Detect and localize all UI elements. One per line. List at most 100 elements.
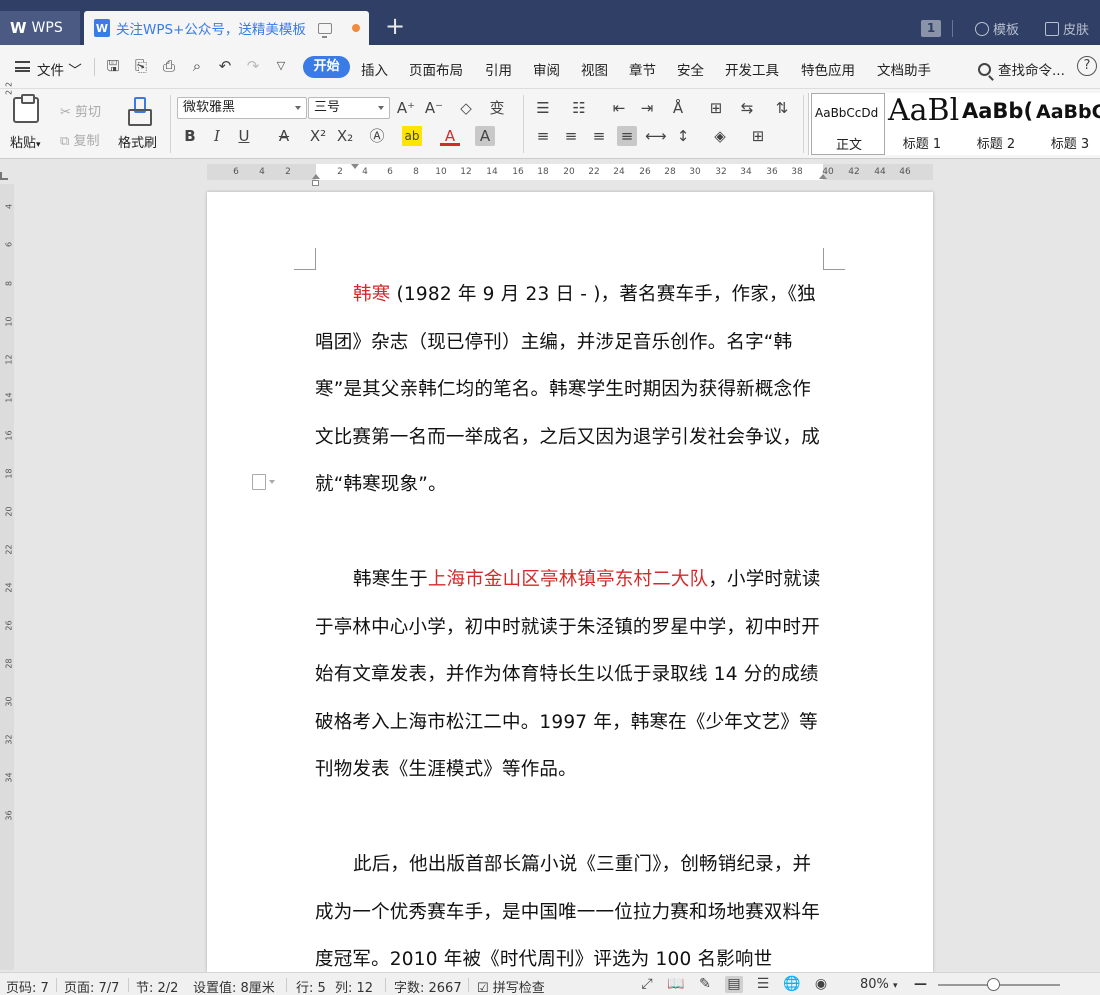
line-spacing-icon[interactable]: ↕ <box>673 126 693 146</box>
hamburger-menu-icon[interactable] <box>15 61 30 72</box>
shrink-font-icon[interactable]: A⁻ <box>424 98 444 118</box>
fullscreen-icon[interactable]: ⤢ <box>638 976 656 993</box>
horizontal-ruler[interactable]: 6 4 2 2 4 6 8 10 12 14 16 18 20 22 24 26 28 30 32 34 36 38 40 4… <box>0 160 1100 184</box>
word-count[interactable]: 字数: 2667 <box>394 977 462 995</box>
align-center-icon[interactable]: ≡ <box>561 126 581 146</box>
align-left-icon[interactable]: ≡ <box>533 126 553 146</box>
align-right-icon[interactable]: ≡ <box>589 126 609 146</box>
numbered-list-icon[interactable]: ☷ <box>569 98 589 118</box>
outline-view-icon[interactable]: ☰ <box>754 976 772 993</box>
page-view-icon[interactable]: ▤ <box>725 976 743 993</box>
document-tab[interactable]: W 关注WPS+公众号，送精美模板 <box>84 11 369 45</box>
tab-security[interactable]: 安全 <box>677 59 704 79</box>
highlight-icon[interactable]: ab <box>402 126 422 146</box>
tab-insert[interactable]: 插入 <box>361 59 388 79</box>
superscript-icon[interactable]: X² <box>308 126 328 146</box>
spell-check-button[interactable]: ☑ 拼写检查 <box>477 977 545 995</box>
underline-icon[interactable]: U <box>234 126 254 146</box>
left-indent-marker[interactable] <box>312 180 319 186</box>
italic-icon[interactable]: I <box>207 126 227 146</box>
output-icon[interactable]: ⎘ <box>132 57 150 75</box>
paragraph-layout-icon[interactable] <box>252 474 275 490</box>
row-indicator[interactable]: 行: 5 <box>296 977 326 995</box>
style-heading-2[interactable]: AaBb( 标题 2 <box>959 93 1033 155</box>
font-name-select[interactable]: 微软雅黑 <box>177 97 307 119</box>
column-indicator[interactable]: 列: 12 <box>335 977 373 995</box>
wps-home-tab[interactable]: W WPS <box>0 11 80 45</box>
clear-format-icon[interactable]: ◇ <box>456 98 476 118</box>
section-count[interactable]: 节: 2/2 <box>136 977 178 995</box>
eye-protection-icon[interactable]: ◉ <box>812 976 830 993</box>
format-painter-button[interactable]: 格式刷 <box>118 132 157 151</box>
cut-button[interactable]: ✂ 剪切 <box>60 101 101 120</box>
borders-icon[interactable]: ⊞ <box>748 126 768 146</box>
char-shading-icon[interactable]: A <box>475 126 495 146</box>
new-tab-button[interactable]: + <box>385 14 405 38</box>
style-heading-3[interactable]: AaBbC 标题 3 <box>1033 93 1100 155</box>
tab-review[interactable]: 审阅 <box>533 59 560 79</box>
strikethrough-icon[interactable]: A <box>274 126 294 146</box>
zoom-slider-handle[interactable] <box>987 978 1001 991</box>
chinese-layout-icon[interactable]: ⊞ <box>706 98 726 118</box>
first-line-indent-marker[interactable] <box>351 164 359 169</box>
style-normal[interactable]: AaBbCcDd 正文 <box>811 93 885 155</box>
print-preview-icon[interactable]: ⌕ <box>188 57 206 75</box>
distributed-align-icon[interactable]: ⟷ <box>645 126 667 146</box>
web-view-icon[interactable]: 🌐 <box>783 976 801 993</box>
file-menu[interactable]: 文件 ﹀ <box>37 59 82 79</box>
tab-references[interactable]: 引用 <box>485 59 512 79</box>
paste-icon[interactable] <box>13 94 39 123</box>
print-icon[interactable]: ⎙ <box>160 57 178 75</box>
sort-icon[interactable]: ⇅ <box>772 98 792 118</box>
bullet-list-icon[interactable]: ☰ <box>533 98 553 118</box>
char-scaling-icon[interactable]: Å <box>668 98 688 118</box>
ribbon-divider <box>523 95 524 153</box>
vertical-ruler-tick-label: 22 <box>4 544 14 555</box>
show-hide-marks-icon[interactable]: ⇆ <box>737 98 757 118</box>
vertical-ruler[interactable]: 2 2 4 6 8 10 12 14 16 18 20 22 24 26 28 30 32 34 36 <box>0 82 14 970</box>
window-count-badge[interactable]: 1 <box>921 20 941 37</box>
page-count[interactable]: 页面: 7/7 <box>64 977 119 995</box>
page-number[interactable]: 页码: 7 <box>6 977 49 995</box>
phonetic-guide-icon[interactable]: 变 <box>487 98 507 118</box>
help-button[interactable]: ? <box>1077 56 1097 76</box>
paste-button[interactable]: 粘贴▾ <box>10 132 41 151</box>
tab-start[interactable]: 开始 <box>303 56 350 78</box>
subscript-icon[interactable]: X₂ <box>335 126 355 146</box>
tab-developer-tools[interactable]: 开发工具 <box>725 59 779 79</box>
monitor-icon[interactable] <box>317 22 332 38</box>
right-indent-marker[interactable] <box>819 174 827 179</box>
tab-page-layout[interactable]: 页面布局 <box>409 59 463 79</box>
skin-button[interactable]: 皮肤 <box>1045 19 1089 38</box>
format-painter-icon[interactable] <box>127 97 152 126</box>
font-color-icon[interactable]: A <box>440 126 460 146</box>
tab-view[interactable]: 视图 <box>581 59 608 79</box>
text-effect-icon[interactable]: Ⓐ <box>367 126 387 146</box>
save-icon[interactable]: 🖫 <box>104 57 122 75</box>
copy-button[interactable]: ⧉ 复制 <box>60 130 99 149</box>
style-heading-1[interactable]: AaBl 标题 1 <box>885 93 959 155</box>
setting-value[interactable]: 设置值: 8厘米 <box>193 977 275 995</box>
tab-section[interactable]: 章节 <box>629 59 656 79</box>
undo-icon[interactable]: ↶ <box>216 57 234 75</box>
tab-special-apps[interactable]: 特色应用 <box>801 59 855 79</box>
zoom-level[interactable]: 80% ▾ <box>860 977 898 992</box>
templates-button[interactable]: 模板 <box>975 19 1019 38</box>
command-search[interactable]: 查找命令... <box>978 59 1065 79</box>
bold-icon[interactable]: B <box>180 126 200 146</box>
increase-indent-icon[interactable]: ⇥ <box>637 98 657 118</box>
grow-font-icon[interactable]: A⁺ <box>396 98 416 118</box>
shading-icon[interactable]: ◈ <box>710 126 730 146</box>
tab-doc-assistant[interactable]: 文档助手 <box>877 59 931 79</box>
write-mode-icon[interactable]: ✎ <box>696 976 714 993</box>
font-size-select[interactable]: 三号 <box>308 97 390 119</box>
hanging-indent-marker[interactable] <box>312 174 320 179</box>
tab-stop-selector-icon[interactable] <box>0 172 8 180</box>
redo-icon[interactable]: ↷ <box>244 57 262 75</box>
quick-access-dropdown-icon[interactable]: ▽ <box>272 57 290 75</box>
zoom-out-button[interactable]: — <box>914 977 927 992</box>
decrease-indent-icon[interactable]: ⇤ <box>609 98 629 118</box>
reading-mode-icon[interactable]: 📖 <box>667 976 685 993</box>
document-page[interactable]: 韩寒 (1982 年 9 月 23 日 - )，著名赛车手，作家，《独唱团》杂志… <box>207 192 933 972</box>
justify-icon[interactable]: ≡ <box>617 126 637 146</box>
